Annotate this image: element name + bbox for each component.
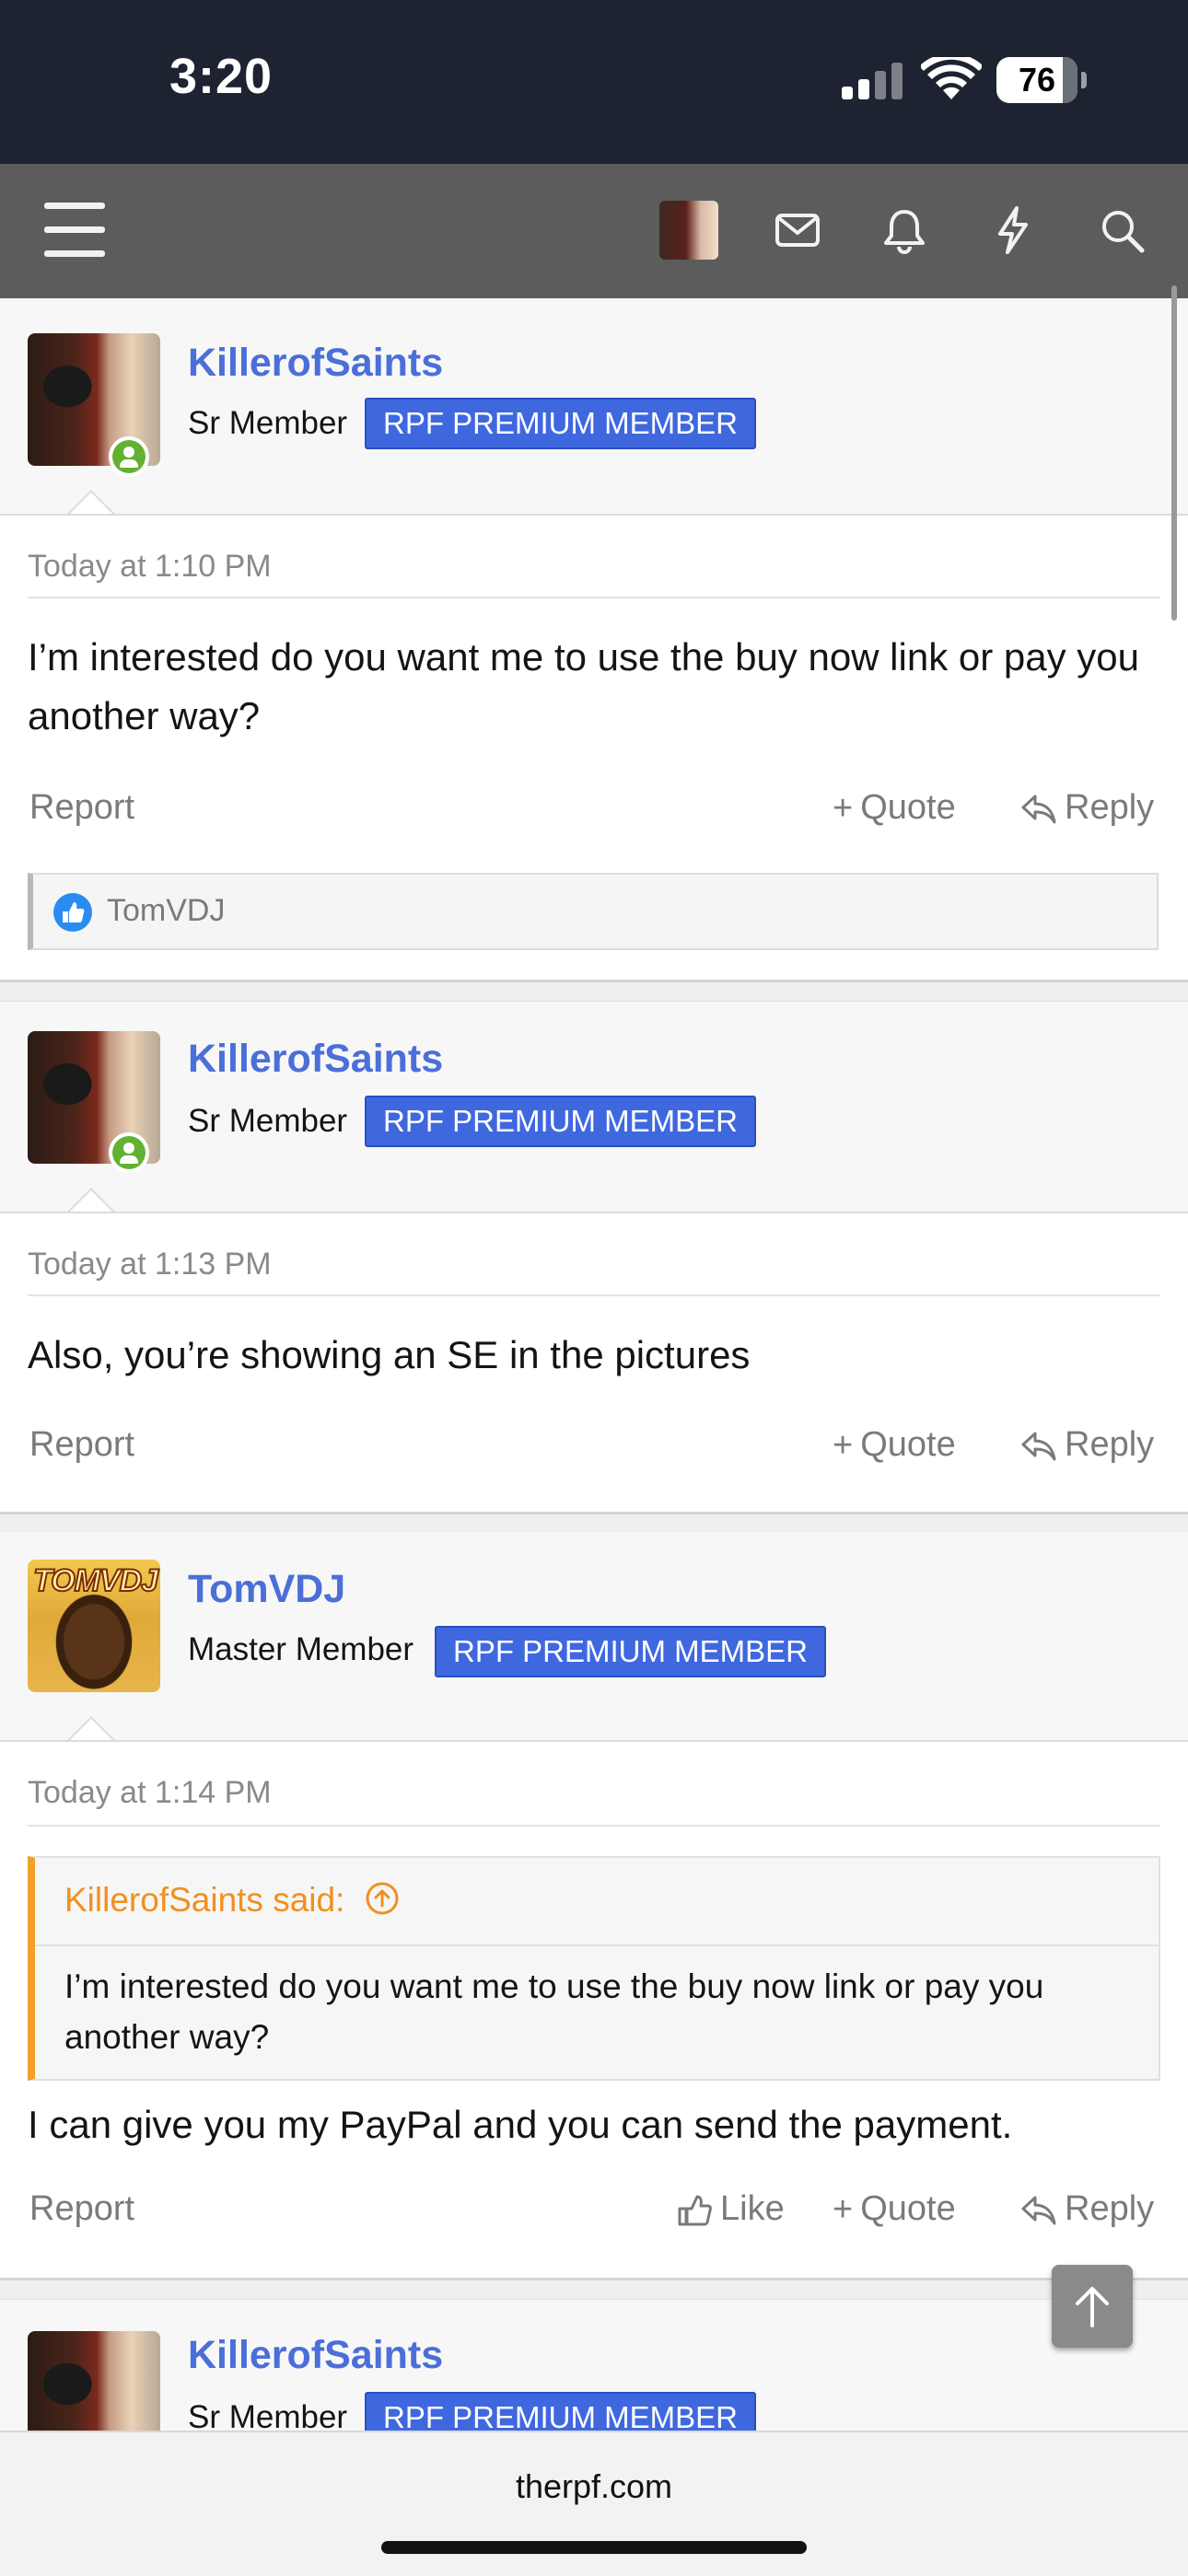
divider (28, 597, 1160, 598)
post-message: I’m interested do you want me to use the… (28, 635, 1139, 737)
divider (28, 1825, 1160, 1827)
avatar-text: TOMVDJ (32, 1562, 159, 1599)
online-status-icon (109, 1132, 149, 1173)
user-avatar[interactable]: TOMVDJ (28, 1560, 160, 1692)
post-separator (0, 980, 1188, 1003)
premium-member-badge: RPF PREMIUM MEMBER (435, 1626, 827, 1677)
search-icon[interactable] (1096, 204, 1147, 256)
reply-label: Reply (1065, 788, 1155, 827)
user-avatar[interactable] (28, 2331, 160, 2431)
plus-icon: + (833, 2190, 854, 2230)
reply-icon (1021, 1432, 1056, 1461)
mail-icon[interactable] (772, 204, 823, 256)
user-rank: Sr Member (188, 1103, 348, 1139)
reply-label: Reply (1065, 1425, 1155, 1464)
username-link[interactable]: KillerofSaints (188, 2333, 443, 2378)
like-button[interactable]: Like (676, 2189, 785, 2229)
cellular-signal-icon (842, 63, 903, 99)
username-link[interactable]: KillerofSaints (188, 1037, 443, 1082)
reply-button[interactable]: Reply (1020, 2189, 1154, 2229)
wifi-icon (921, 57, 982, 99)
post-timestamp[interactable]: Today at 1:10 PM (28, 549, 272, 585)
username-link[interactable]: TomVDJ (188, 1567, 345, 1612)
reply-button[interactable]: Reply (1020, 1425, 1154, 1465)
quote-button[interactable]: + Quote (833, 1425, 956, 1466)
report-link[interactable]: Report (29, 1425, 134, 1465)
report-link[interactable]: Report (29, 2189, 134, 2229)
post-header: KillerofSaints Sr Member RPF PREMIUM MEM… (0, 2300, 1188, 2431)
status-bar: 3:20 76 (0, 0, 1188, 164)
premium-member-badge: RPF PREMIUM MEMBER (365, 1096, 757, 1147)
quote-button[interactable]: + Quote (833, 788, 956, 829)
online-status-icon (109, 436, 149, 477)
reply-button[interactable]: Reply (1020, 788, 1154, 828)
page-scrollbar[interactable] (1171, 285, 1177, 621)
quote-divider (35, 1944, 1159, 1946)
post-timestamp[interactable]: Today at 1:13 PM (28, 1247, 272, 1282)
reply-icon (1021, 2196, 1056, 2225)
post-header: KillerofSaints Sr Member RPF PREMIUM MEM… (0, 1002, 1188, 1212)
user-rank: Master Member (188, 1631, 414, 1667)
arrow-up-icon (1076, 2287, 1109, 2327)
post-timestamp[interactable]: Today at 1:14 PM (28, 1775, 272, 1811)
thumbs-up-icon (53, 893, 92, 932)
quote-author: KillerofSaints said: (64, 1881, 345, 1919)
reply-icon (1021, 795, 1056, 824)
home-indicator[interactable] (381, 2541, 807, 2554)
address-bar-url[interactable]: therpf.com (0, 2467, 1188, 2506)
menu-icon[interactable] (44, 203, 105, 258)
quote-label: Quote (860, 788, 956, 827)
report-link[interactable]: Report (29, 788, 134, 828)
account-avatar[interactable] (659, 201, 718, 260)
scroll-to-top-button[interactable] (1052, 2265, 1133, 2348)
quote-label: Quote (860, 2189, 956, 2228)
quote-header[interactable]: KillerofSaints said: (64, 1880, 401, 1920)
thumbs-up-icon (678, 2195, 712, 2226)
post-body: Today at 1:14 PM KillerofSaints said: I’… (0, 1740, 1188, 2280)
premium-member-badge: RPF PREMIUM MEMBER (365, 398, 757, 449)
post-header: KillerofSaints Sr Member RPF PREMIUM MEM… (0, 298, 1188, 514)
forum-nav-bar (0, 164, 1188, 298)
divider (28, 1294, 1160, 1296)
like-label: Like (720, 2189, 785, 2228)
post-message: Also, you’re showing an SE in the pictur… (28, 1333, 751, 1376)
battery-level: 76 (1018, 61, 1056, 99)
quote-label: Quote (860, 1425, 956, 1464)
premium-member-badge: RPF PREMIUM MEMBER (365, 2392, 757, 2431)
arrow-up-circle-icon[interactable] (364, 1880, 401, 1917)
user-rank: Sr Member (188, 2399, 348, 2431)
reply-label: Reply (1065, 2189, 1155, 2228)
lightning-icon[interactable] (987, 204, 1039, 256)
user-rank: Sr Member (188, 405, 348, 441)
status-time: 3:20 (169, 49, 274, 104)
username-link[interactable]: KillerofSaints (188, 341, 443, 386)
post-message: I can give you my PayPal and you can sen… (28, 2103, 1013, 2146)
post-body: Today at 1:13 PM Also, you’re showing an… (0, 1212, 1188, 1514)
quote-text: I’m interested do you want me to use the… (64, 1967, 1044, 2056)
post-header: TOMVDJ TomVDJ Master Member RPF PREMIUM … (0, 1532, 1188, 1740)
plus-icon: + (833, 1426, 854, 1466)
bell-icon[interactable] (879, 204, 930, 256)
browser-bottom-bar: therpf.com (0, 2431, 1188, 2576)
post-body: Today at 1:10 PM I’m interested do you w… (0, 514, 1188, 981)
reaction-user[interactable]: TomVDJ (107, 893, 225, 929)
reactions-bar[interactable]: TomVDJ (28, 873, 1159, 950)
post-separator (0, 2278, 1188, 2301)
quote-button[interactable]: + Quote (833, 2189, 956, 2230)
plus-icon: + (833, 789, 854, 829)
quote-block: KillerofSaints said: I’m interested do y… (28, 1856, 1160, 2081)
battery-icon: 76 (996, 57, 1087, 103)
